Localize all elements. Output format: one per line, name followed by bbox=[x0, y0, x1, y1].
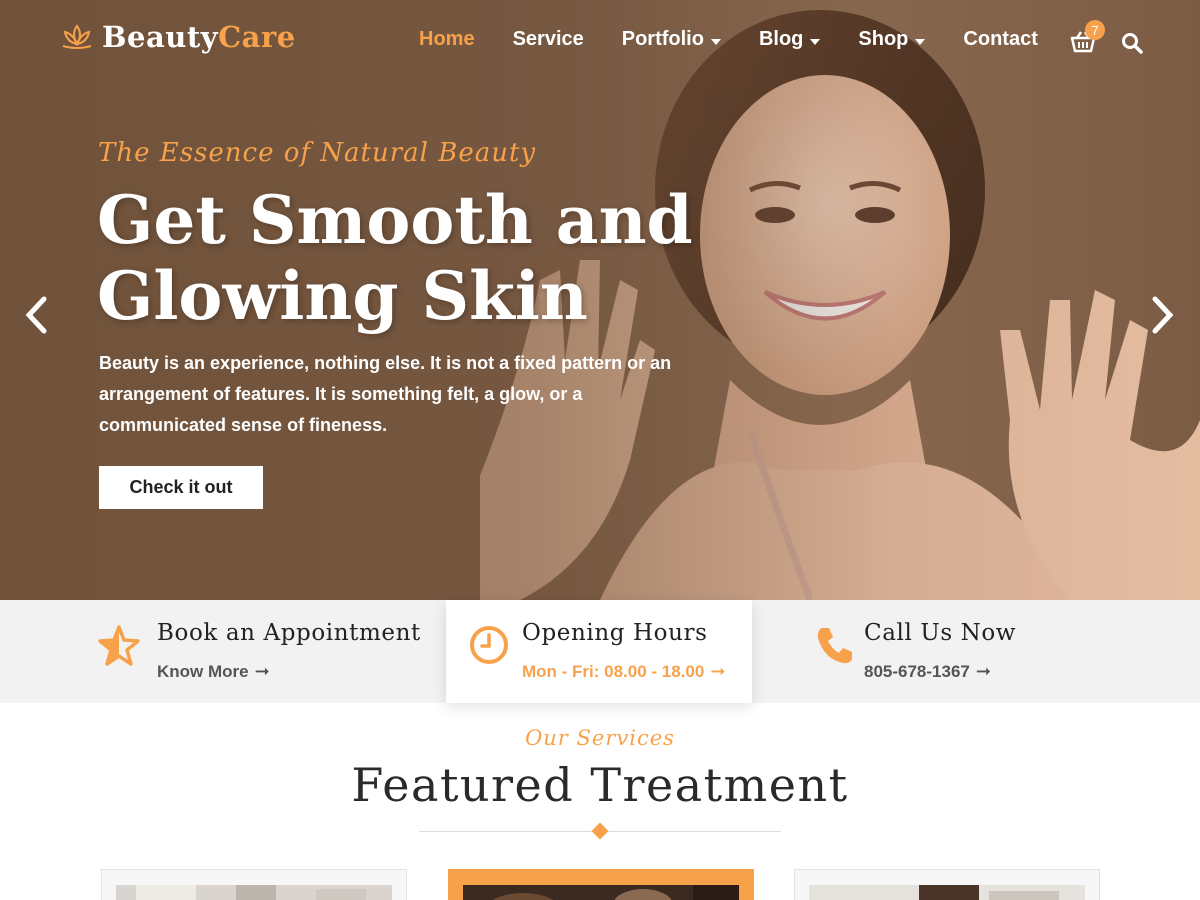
treatment-card[interactable] bbox=[794, 869, 1100, 900]
nav-item-label: Shop bbox=[858, 28, 909, 50]
treatment-image bbox=[463, 885, 739, 900]
nav-item-portfolio[interactable]: Portfolio bbox=[622, 28, 721, 51]
nav-item-contact[interactable]: Contact bbox=[963, 28, 1037, 51]
search-icon[interactable] bbox=[1121, 32, 1143, 54]
nav-item-label: Portfolio bbox=[621, 28, 704, 50]
hero-title-line1: Get Smooth and bbox=[97, 181, 693, 259]
logo-text-care: Care bbox=[218, 20, 296, 54]
chevron-down-icon bbox=[915, 38, 926, 45]
treatment-card[interactable] bbox=[101, 869, 407, 900]
opening-hours-link[interactable]: Mon - Fri: 08.00 - 18.00 ➞ bbox=[522, 661, 725, 682]
chevron-left-icon[interactable] bbox=[24, 296, 48, 334]
info-title: Call Us Now bbox=[864, 620, 1017, 646]
chevron-down-icon bbox=[710, 38, 721, 45]
nav-item-label: Home bbox=[419, 28, 475, 50]
info-sub-label: Know More bbox=[157, 661, 249, 681]
logo-text-beauty: Beauty bbox=[102, 20, 219, 54]
hero-title-line2: Glowing Skin bbox=[97, 257, 588, 335]
chevron-right-icon[interactable] bbox=[1151, 296, 1175, 334]
logo[interactable]: BeautyCare bbox=[60, 20, 296, 54]
check-it-out-button[interactable]: Check it out bbox=[99, 466, 263, 509]
nav-item-home[interactable]: Home bbox=[419, 28, 475, 51]
treatment-card[interactable] bbox=[448, 869, 754, 900]
arrow-right-icon: ➞ bbox=[975, 661, 991, 681]
chevron-down-icon bbox=[810, 38, 821, 45]
nav-item-label: Blog bbox=[758, 28, 804, 50]
hero-slider: The Essence of Natural Beauty Get Smooth… bbox=[0, 0, 1200, 600]
phone-number-link[interactable]: 805-678-1367 ➞ bbox=[864, 661, 991, 682]
info-card-call: Call Us Now 805-678-1367 ➞ bbox=[752, 600, 1200, 703]
hero-tagline: The Essence of Natural Beauty bbox=[98, 138, 537, 168]
cart-count-badge: 7 bbox=[1085, 20, 1105, 40]
clock-icon bbox=[470, 626, 508, 664]
nav-item-blog[interactable]: Blog bbox=[758, 28, 821, 51]
services-title: Featured Treatment bbox=[351, 758, 849, 812]
site-header: BeautyCare Home Service Portfolio Blog S… bbox=[0, 0, 1200, 82]
hero-title: Get Smooth and Glowing Skin bbox=[97, 182, 737, 334]
info-title: Opening Hours bbox=[522, 620, 708, 646]
main-nav: Home Service Portfolio Blog Shop Contact bbox=[419, 28, 1076, 51]
nav-item-service[interactable]: Service bbox=[513, 28, 584, 51]
info-sub-label: Mon - Fri: 08.00 - 18.00 bbox=[522, 661, 705, 681]
logo-text: BeautyCare bbox=[102, 20, 296, 54]
info-sub-label: 805-678-1367 bbox=[864, 661, 970, 681]
treatment-image bbox=[809, 885, 1085, 900]
info-bar: Book an Appointment Know More ➞ Opening H… bbox=[0, 600, 1200, 703]
nav-item-shop[interactable]: Shop bbox=[858, 28, 926, 51]
nav-item-label: Service bbox=[512, 28, 584, 50]
info-card-appointment: Book an Appointment Know More ➞ bbox=[0, 600, 446, 703]
arrow-right-icon: ➞ bbox=[254, 661, 270, 681]
know-more-link[interactable]: Know More ➞ bbox=[157, 661, 270, 682]
arrow-right-icon: ➞ bbox=[710, 661, 726, 681]
lotus-icon bbox=[62, 24, 92, 49]
services-kicker: Our Services bbox=[525, 726, 675, 750]
info-title: Book an Appointment bbox=[157, 620, 421, 646]
phone-icon bbox=[817, 628, 852, 664]
nav-item-label: Contact bbox=[963, 28, 1038, 50]
info-card-hours: Opening Hours Mon - Fri: 08.00 - 18.00 ➞ bbox=[446, 600, 752, 703]
star-icon bbox=[98, 625, 140, 666]
hero-description: Beauty is an experience, nothing else. I… bbox=[99, 353, 672, 435]
treatment-image bbox=[116, 885, 392, 900]
diamond-icon bbox=[591, 822, 609, 840]
